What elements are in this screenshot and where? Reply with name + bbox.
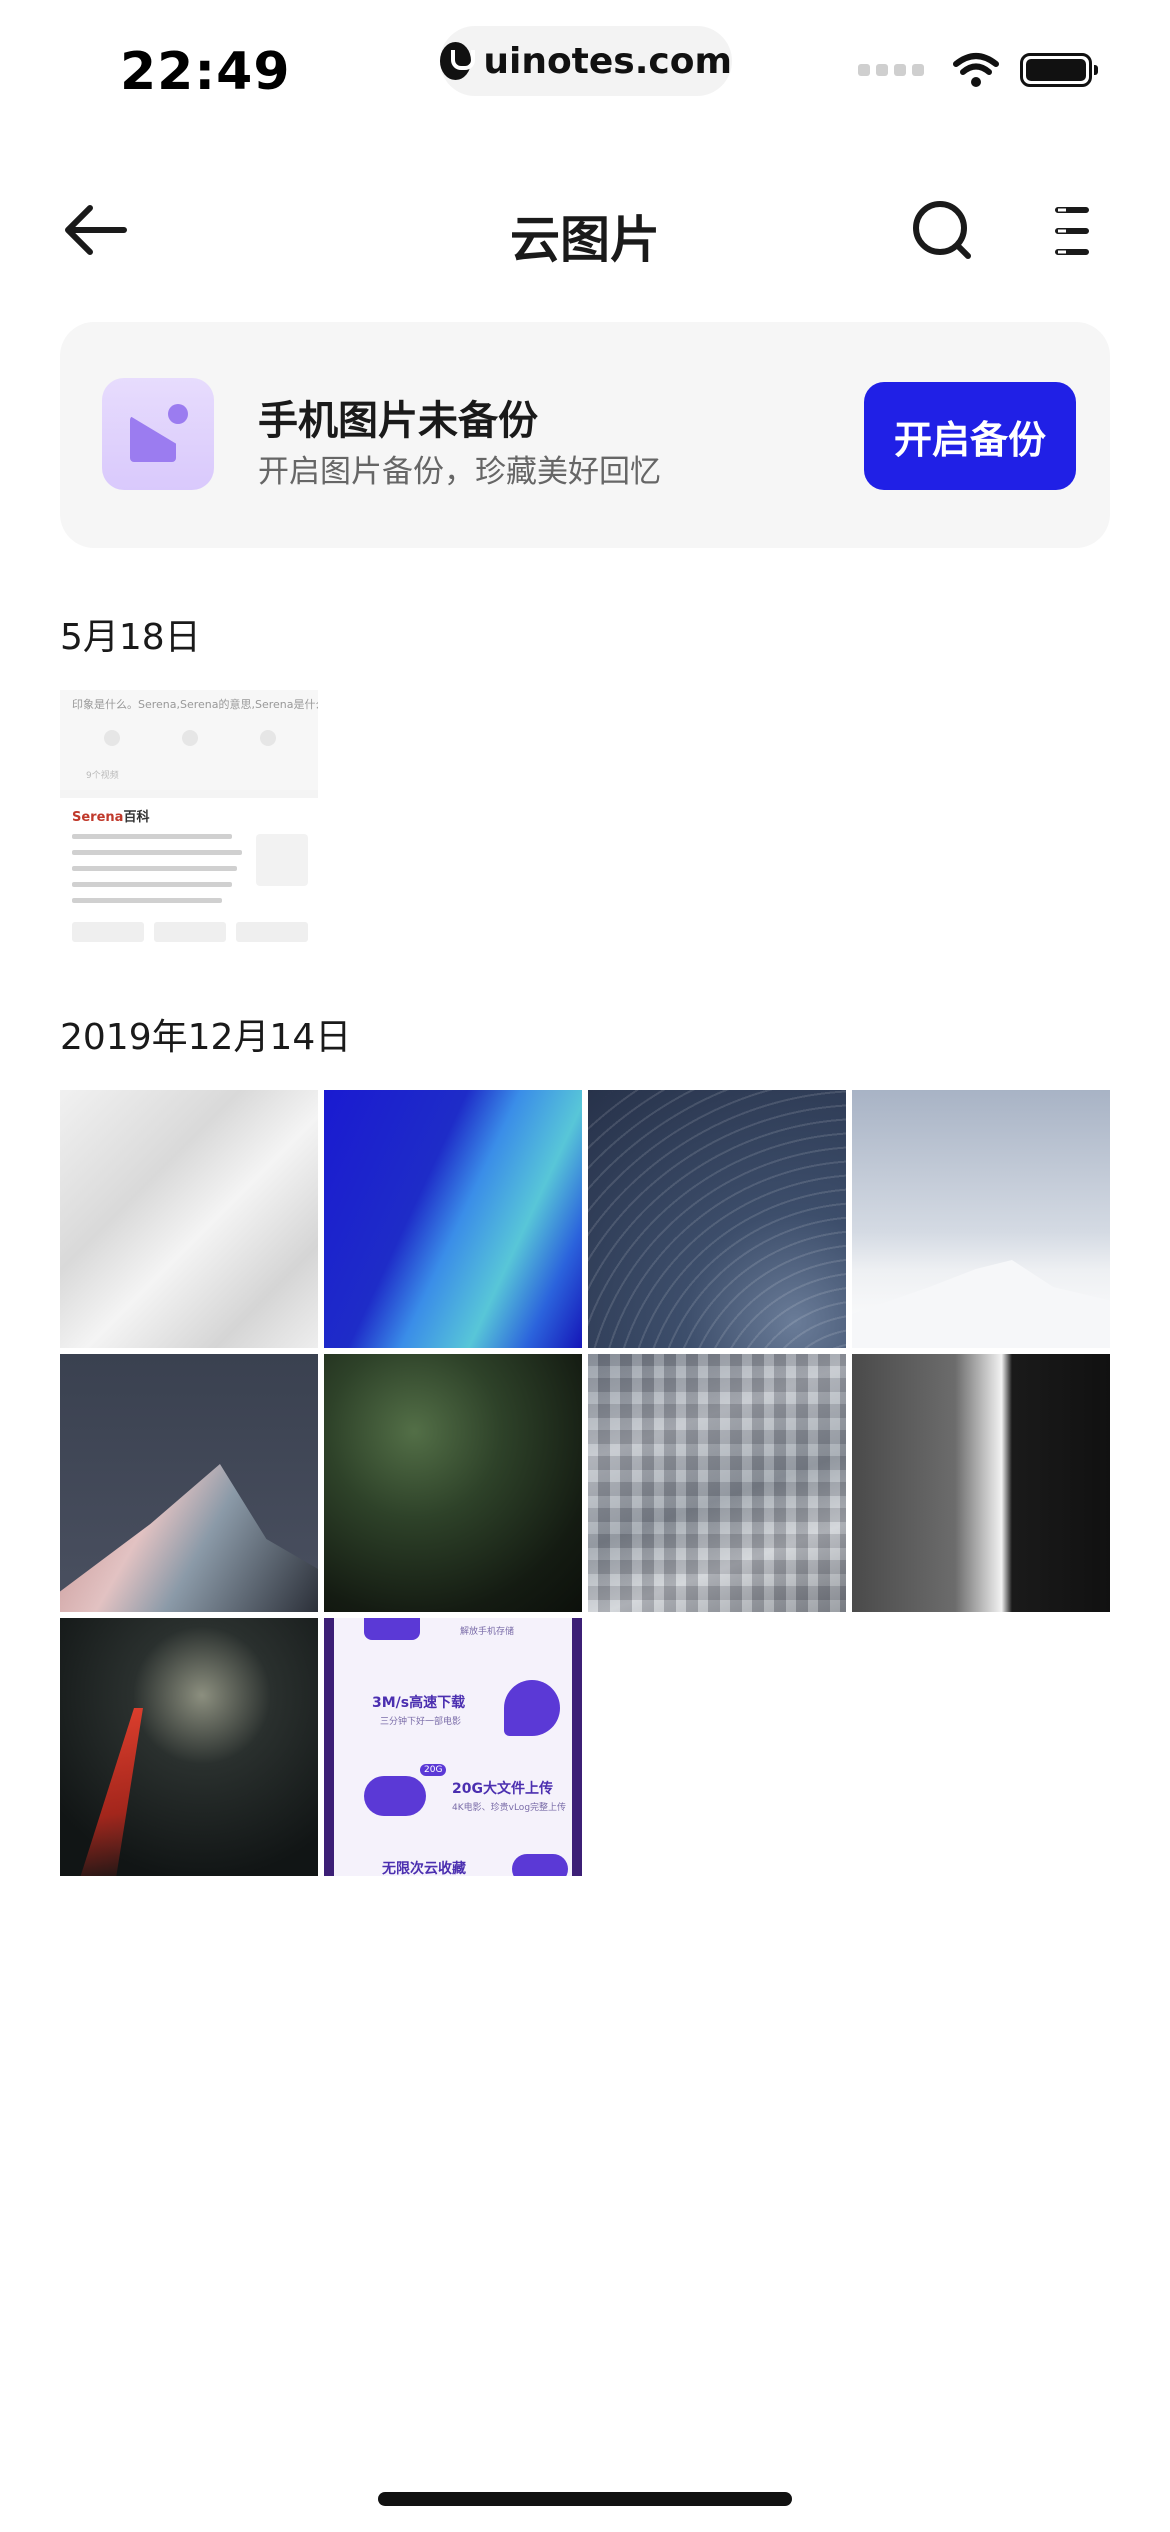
url-pill[interactable]: uinotes.com [440,26,732,96]
backup-title: 手机图片未备份 [258,398,538,444]
photo-thumbnail[interactable] [324,1354,582,1612]
status-icons [858,52,1098,88]
photo-thumbnail[interactable] [588,1090,846,1348]
url-text: uinotes.com [483,40,732,82]
enable-backup-button[interactable]: 开启备份 [864,382,1076,490]
rocket-icon [504,1680,560,1736]
backup-subtitle: 开启图片备份，珍藏美好回忆 [258,454,661,490]
site-logo-icon [440,42,476,80]
thumb-text: 三分钟下好一部电影 [380,1717,462,1727]
wifi-icon [953,53,999,87]
thumb-text: 3M/s高速下载 [372,1695,466,1711]
thumb-badge: 20G [420,1764,447,1776]
status-bar: 22:49 uinotes.com [0,0,1170,150]
photo-thumbnail[interactable] [60,1618,318,1876]
backup-banner: 手机图片未备份 开启图片备份，珍藏美好回忆 开启备份 [60,322,1110,548]
battery-icon [1020,53,1098,87]
cloud-icon [512,1854,568,1876]
thumb-text: 无限次云收藏 [382,1861,466,1876]
photo-thumbnail[interactable] [852,1090,1110,1348]
status-time: 22:49 [120,42,291,102]
menu-icon[interactable] [1052,206,1092,256]
thumb-heading: Serena百科 [72,810,150,825]
thumb-text: 解放手机存储 [460,1627,515,1637]
signal-icon [858,64,924,76]
thumb-text: 4K电影、珍贵vLog完整上传 [452,1803,567,1813]
search-icon[interactable] [910,198,974,262]
thumb-text: 印象是什么。Serena,Serena的意思,Serena是什么意思 [72,698,318,711]
home-indicator [378,2492,792,2506]
section-date: 2019年12月14日 [60,1017,352,1058]
thumb-text: 9个视频 [86,771,119,781]
photo-thumbnail[interactable] [588,1354,846,1612]
page-title: 云图片 [510,211,660,269]
image-icon [102,378,214,490]
photo-thumbnail[interactable]: 解放手机存储 3M/s高速下载 三分钟下好一部电影 20G 20G大文件上传 4… [324,1618,582,1876]
photo-thumbnail[interactable] [60,1354,318,1612]
thumb-text: 20G大文件上传 [452,1781,553,1797]
photo-thumbnail[interactable]: 印象是什么。Serena,Serena的意思,Serena是什么意思 9个视频 … [60,690,318,948]
cloud-upload-icon [364,1776,426,1816]
photo-thumbnail[interactable] [852,1354,1110,1612]
section-date: 5月18日 [60,617,201,658]
nav-bar: 云图片 [0,180,1170,280]
photo-thumbnail[interactable] [60,1090,318,1348]
photo-thumbnail[interactable] [324,1090,582,1348]
